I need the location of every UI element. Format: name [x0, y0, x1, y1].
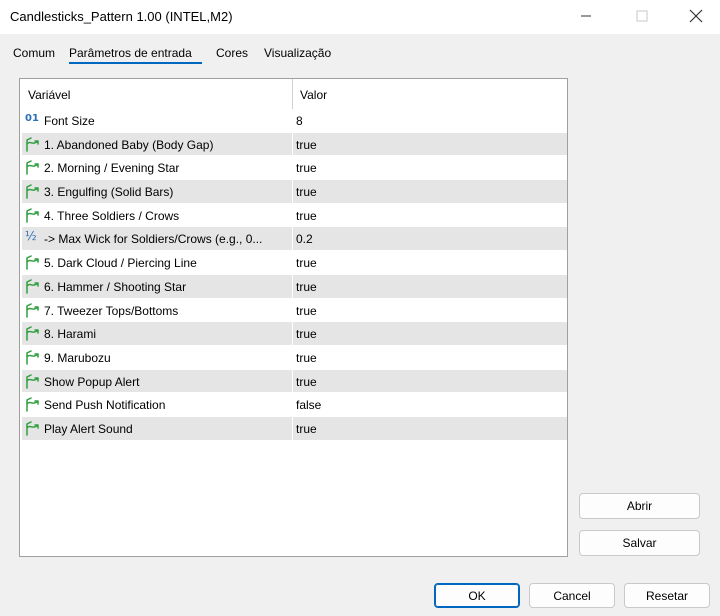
- integer-icon: 01: [25, 113, 39, 124]
- tab-strip: Comum Parâmetros de entrada Cores Visual…: [0, 34, 720, 70]
- table-row[interactable]: Play Alert Sound true: [22, 416, 567, 441]
- variable-value[interactable]: true: [296, 327, 317, 341]
- dialog-footer: OK Cancel Resetar: [0, 575, 720, 616]
- table-row[interactable]: 2. Morning / Evening Star true: [22, 156, 567, 181]
- cell-separator: [292, 393, 293, 416]
- tab-parametros-de-entrada[interactable]: Parâmetros de entrada: [69, 46, 192, 60]
- variable-name: Send Push Notification: [44, 398, 166, 413]
- column-header-value[interactable]: Valor: [300, 88, 327, 102]
- table-row[interactable]: 5. Dark Cloud / Piercing Line true: [22, 251, 567, 275]
- variable-name: 9. Marubozu: [44, 350, 111, 365]
- boolean-icon: [25, 350, 41, 365]
- boolean-icon: [25, 160, 41, 176]
- variable-value[interactable]: true: [296, 138, 317, 152]
- table-row[interactable]: Show Popup Alert true: [22, 369, 567, 394]
- variable-name: Play Alert Sound: [44, 421, 133, 436]
- variable-value[interactable]: true: [296, 304, 317, 318]
- column-separator[interactable]: [292, 79, 293, 109]
- cell-separator: [292, 227, 293, 251]
- cell-separator: [292, 369, 293, 393]
- table-row[interactable]: Send Push Notification false: [22, 393, 567, 417]
- variable-value[interactable]: 0.2: [296, 232, 313, 246]
- table-row[interactable]: 4. Three Soldiers / Crows true: [22, 203, 567, 228]
- table-row[interactable]: 9. Marubozu true: [22, 345, 567, 370]
- table-row[interactable]: ½ -> Max Wick for Soldiers/Crows (e.g., 0…: [22, 227, 567, 252]
- variable-value[interactable]: false: [296, 398, 321, 412]
- table-row[interactable]: 01 Font Size 8: [22, 109, 567, 133]
- window-title: Candlesticks_Pattern 1.00 (INTEL,M2): [10, 9, 233, 24]
- close-button[interactable]: [673, 0, 719, 32]
- table-row[interactable]: 6. Hammer / Shooting Star true: [22, 274, 567, 299]
- cell-separator: [292, 251, 293, 274]
- title-bar: Candlesticks_Pattern 1.00 (INTEL,M2): [0, 0, 720, 34]
- reset-button[interactable]: Resetar: [624, 583, 710, 608]
- minimize-icon: [581, 15, 591, 17]
- boolean-icon: [25, 255, 41, 270]
- cell-separator: [292, 203, 293, 227]
- variable-value[interactable]: true: [296, 351, 317, 365]
- fraction-icon: ½: [25, 229, 37, 244]
- variable-value[interactable]: true: [296, 209, 317, 223]
- cell-separator: [292, 322, 293, 345]
- cell-separator: [292, 109, 293, 132]
- boolean-icon: [25, 421, 41, 436]
- table-row[interactable]: 3. Engulfing (Solid Bars) true: [22, 180, 567, 204]
- cell-separator: [292, 132, 293, 156]
- boolean-icon: [25, 326, 41, 341]
- boolean-icon: [25, 136, 41, 152]
- variable-name: Show Popup Alert: [44, 374, 140, 389]
- variable-name: 3. Engulfing (Solid Bars): [44, 185, 174, 200]
- maximize-icon: [636, 10, 648, 22]
- variable-name: 2. Morning / Evening Star: [44, 161, 180, 176]
- column-header-variable[interactable]: Variável: [28, 88, 70, 102]
- maximize-button[interactable]: [619, 0, 665, 32]
- grid-header: Variável Valor: [20, 79, 567, 109]
- boolean-icon: [25, 397, 41, 412]
- cancel-button[interactable]: Cancel: [529, 583, 615, 608]
- variable-name: Font Size: [44, 114, 95, 128]
- variable-value[interactable]: true: [296, 256, 317, 270]
- variable-name: 5. Dark Cloud / Piercing Line: [44, 256, 197, 271]
- cell-separator: [292, 298, 293, 322]
- variable-value[interactable]: true: [296, 280, 317, 294]
- variable-value[interactable]: true: [296, 185, 317, 199]
- close-icon: [689, 9, 703, 23]
- save-button[interactable]: Salvar: [579, 530, 700, 556]
- minimize-button[interactable]: [563, 0, 609, 32]
- tab-cores[interactable]: Cores: [216, 46, 248, 60]
- active-tab-indicator: [69, 62, 202, 64]
- variable-name: 8. Harami: [44, 327, 97, 342]
- ok-button[interactable]: OK: [434, 583, 520, 608]
- boolean-icon: [25, 184, 41, 199]
- tab-comum[interactable]: Comum: [13, 46, 55, 60]
- boolean-icon: [25, 302, 41, 318]
- table-row[interactable]: 8. Harami true: [22, 322, 567, 346]
- grid-rows: 01 Font Size 8 1. Abandoned Baby (Body Gap)…: [22, 109, 567, 441]
- variable-value[interactable]: true: [296, 161, 317, 175]
- cell-separator: [292, 345, 293, 369]
- boolean-icon: [25, 373, 41, 389]
- variable-value[interactable]: 8: [296, 114, 303, 128]
- tab-visualizacao[interactable]: Visualização: [264, 46, 331, 60]
- variable-value[interactable]: true: [296, 422, 317, 436]
- cell-separator: [292, 274, 293, 298]
- variable-name: 7. Tweezer Tops/Bottoms: [44, 303, 179, 318]
- table-row[interactable]: 1. Abandoned Baby (Body Gap) true: [22, 132, 567, 157]
- variable-value[interactable]: true: [296, 375, 317, 389]
- boolean-icon: [25, 279, 41, 294]
- boolean-icon: [25, 208, 41, 223]
- variable-name: 4. Three Soldiers / Crows: [44, 208, 180, 223]
- open-button[interactable]: Abrir: [579, 493, 700, 519]
- cell-separator: [292, 156, 293, 180]
- cell-separator: [292, 180, 293, 203]
- variable-name: 1. Abandoned Baby (Body Gap): [44, 137, 214, 152]
- cell-separator: [292, 416, 293, 440]
- parameters-grid[interactable]: Variável Valor 01 Font Size 8 1. Abandoned …: [19, 78, 568, 557]
- variable-name: 6. Hammer / Shooting Star: [44, 279, 187, 294]
- table-row[interactable]: 7. Tweezer Tops/Bottoms true: [22, 298, 567, 323]
- variable-name: -> Max Wick for Soldiers/Crows (e.g., 0.…: [44, 232, 263, 247]
